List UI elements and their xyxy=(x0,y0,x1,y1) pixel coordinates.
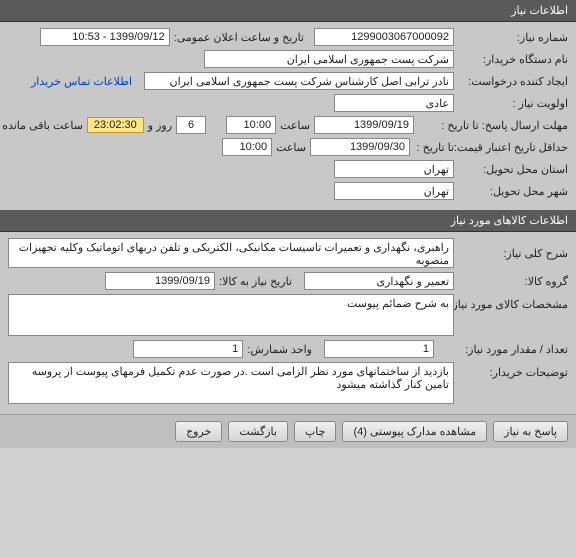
button-bar: پاسخ به نیاز مشاهده مدارک پیوستی (4) چاپ… xyxy=(0,414,576,448)
need-date-goods-input[interactable] xyxy=(105,272,215,290)
priority-label: اولویت نیاز : xyxy=(458,97,568,110)
qty-input[interactable] xyxy=(324,340,434,358)
exit-button[interactable]: خروج xyxy=(175,421,222,442)
goods-group-input[interactable] xyxy=(304,272,454,290)
need-info-title: اطلاعات نیاز xyxy=(511,5,568,17)
validity-time-input[interactable] xyxy=(222,138,272,156)
need-number-input[interactable] xyxy=(314,28,454,46)
org-name-label: نام دستگاه خریدار: xyxy=(458,53,568,66)
buyer-notes-label: توضیحات خریدار: xyxy=(458,362,568,379)
to-date-label: تا تاریخ : xyxy=(414,141,454,154)
deadline-date-input[interactable] xyxy=(314,116,414,134)
time-label-1: ساعت xyxy=(280,119,310,132)
creator-input[interactable] xyxy=(144,72,454,90)
announce-date-label: تاریخ و ساعت اعلان عمومی: xyxy=(174,31,304,44)
deadline-label: مهلت ارسال پاسخ: تا تاریخ : xyxy=(418,119,568,132)
attachments-button[interactable]: مشاهده مدارک پیوستی (4) xyxy=(342,421,487,442)
contact-link[interactable]: اطلاعات تماس خریدار xyxy=(31,75,132,88)
countdown-time: 23:02:30 xyxy=(87,117,144,133)
priority-input[interactable] xyxy=(334,94,454,112)
main-desc-textarea[interactable] xyxy=(8,238,454,268)
unit-label: واحد شمارش: xyxy=(247,343,312,356)
time-label-2: ساعت xyxy=(276,141,306,154)
need-date-goods-label: تاریخ نیاز به کالا: xyxy=(219,275,292,288)
validity-label: حداقل تاریخ اعتبار قیمت: xyxy=(458,141,568,154)
main-desc-label: شرح کلی نیاز: xyxy=(458,247,568,260)
need-info-header: اطلاعات نیاز xyxy=(0,0,576,22)
validity-date-input[interactable] xyxy=(310,138,410,156)
back-button[interactable]: بازگشت xyxy=(228,421,288,442)
goods-info-header: اطلاعات کالاهای مورد نیاز xyxy=(0,210,576,232)
announce-date-input[interactable] xyxy=(40,28,170,46)
need-info-form: شماره نیاز: تاریخ و ساعت اعلان عمومی: نا… xyxy=(0,22,576,210)
print-button[interactable]: چاپ xyxy=(294,421,337,442)
goods-spec-textarea[interactable] xyxy=(8,294,454,336)
goods-info-form: شرح کلی نیاز: گروه کالا: تاریخ نیاز به ک… xyxy=(0,232,576,414)
deadline-time-input[interactable] xyxy=(226,116,276,134)
org-name-input[interactable] xyxy=(204,50,454,68)
days-label: روز و xyxy=(148,119,172,132)
buyer-notes-textarea[interactable] xyxy=(8,362,454,404)
province-label: استان محل تحویل: xyxy=(458,163,568,176)
province-input[interactable] xyxy=(334,160,454,178)
reply-button[interactable]: پاسخ به نیاز xyxy=(493,421,568,442)
goods-spec-label: مشخصات کالای مورد نیاز: xyxy=(458,294,568,311)
city-label: شهر محل تحویل: xyxy=(458,185,568,198)
unit-input[interactable] xyxy=(133,340,243,358)
goods-info-title: اطلاعات کالاهای مورد نیاز xyxy=(451,215,568,227)
remaining-label: ساعت باقی مانده xyxy=(2,119,83,132)
remaining-days-input xyxy=(176,116,206,134)
goods-group-label: گروه کالا: xyxy=(458,275,568,288)
need-number-label: شماره نیاز: xyxy=(458,31,568,44)
creator-label: ایجاد کننده درخواست: xyxy=(458,75,568,88)
city-input[interactable] xyxy=(334,182,454,200)
qty-label: تعداد / مقدار مورد نیاز: xyxy=(438,343,568,356)
